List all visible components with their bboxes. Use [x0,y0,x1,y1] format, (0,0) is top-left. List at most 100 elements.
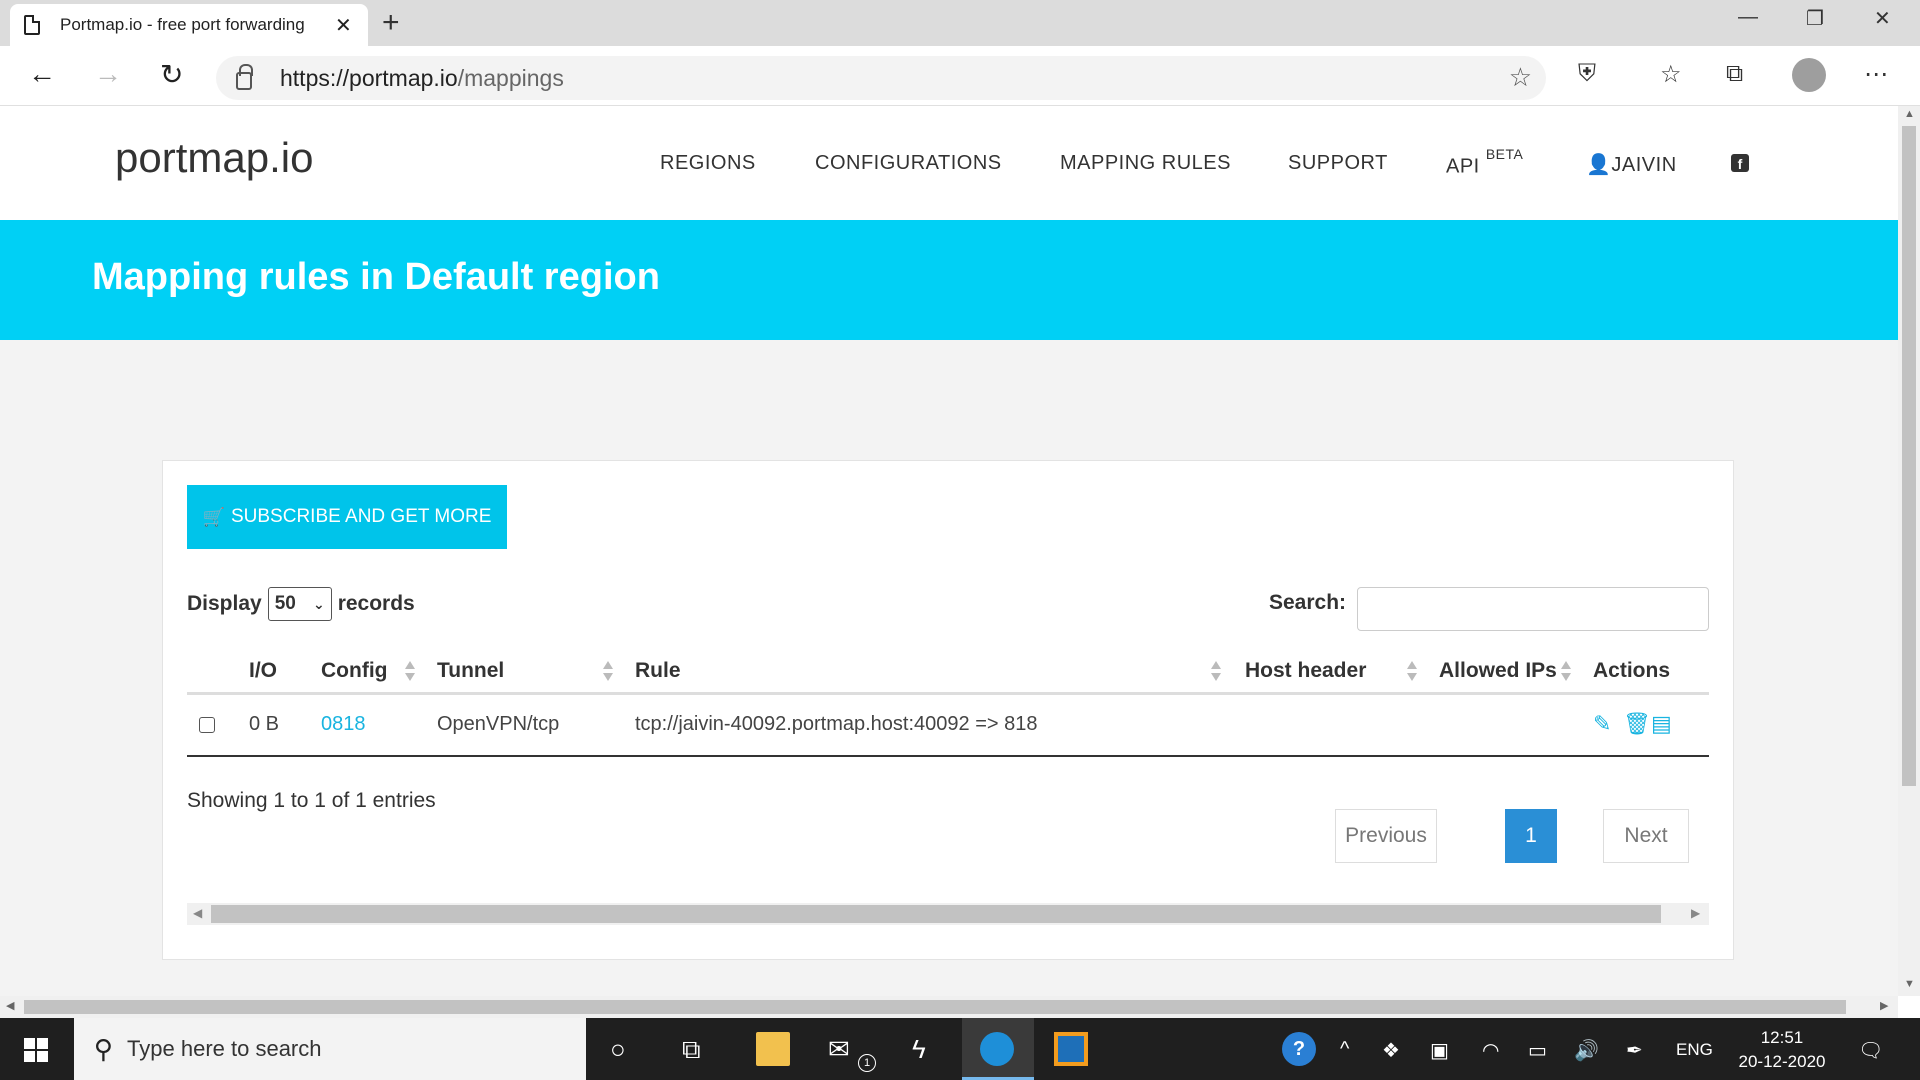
battery-icon[interactable]: ▭ [1528,1038,1547,1063]
taskbar-clock[interactable]: 12:51 20-12-2020 [1732,1026,1832,1074]
collections-icon[interactable]: ⧉ [1726,60,1743,88]
next-button[interactable]: Next [1603,809,1689,863]
scroll-left-icon[interactable]: ◀ [193,906,202,920]
edit-icon[interactable]: ✎ [1593,711,1619,737]
notifications-icon[interactable]: 🗨 [1858,1038,1883,1063]
vm-app-icon[interactable] [1054,1032,1088,1066]
sort-icon[interactable] [405,661,415,683]
search-input[interactable] [1357,587,1709,631]
browser-tab-bar: Portmap.io - free port forwarding ✕ + — … [0,0,1920,46]
row-checkbox[interactable] [199,717,215,733]
col-allowed-ips[interactable]: Allowed IPs [1439,659,1557,683]
windows-start-icon[interactable] [24,1038,48,1062]
nav-user[interactable]: 👤JAIVIN [1586,152,1677,177]
subscribe-label: SUBSCRIBE AND GET MORE [230,506,492,527]
profile-avatar[interactable] [1792,58,1826,92]
dropbox-icon[interactable]: ❖ [1382,1038,1400,1063]
scroll-right-icon[interactable]: ▶ [1880,999,1888,1012]
favorites-icon[interactable]: ☆ [1660,60,1682,89]
col-actions: Actions [1593,659,1671,682]
table-horizontal-scrollbar[interactable]: ◀ ▶ [187,903,1709,925]
restore-icon[interactable]: ❐ [1806,6,1824,31]
clock-time: 12:51 [1760,1028,1804,1047]
records-select[interactable]: 50 ⌄ [267,587,332,621]
address-toolbar: ← → ↻ https://portmap.io/mappings ☆ ⛨ ☆ … [0,46,1920,106]
more-menu-icon[interactable]: ⋯ [1864,60,1888,89]
taskbar-search-placeholder: Type here to search [127,1036,322,1061]
help-icon[interactable]: ? [1282,1032,1316,1066]
vertical-scroll-thumb[interactable] [1902,126,1916,786]
sort-icon[interactable] [603,661,613,683]
browser-tab[interactable]: Portmap.io - free port forwarding ✕ [10,4,368,46]
nav-support[interactable]: SUPPORT [1288,152,1388,175]
page-1-button[interactable]: 1 [1505,809,1557,863]
minimize-icon[interactable]: — [1738,6,1758,29]
favorite-star-icon[interactable]: ☆ [1509,62,1532,93]
taskbar-search-box[interactable]: ⚲ Type here to search [74,1018,586,1080]
nav-regions[interactable]: REGIONS [660,152,756,175]
back-icon[interactable]: ← [28,58,56,90]
language-indicator[interactable]: ENG [1676,1040,1713,1060]
close-tab-icon[interactable]: ✕ [335,13,352,38]
records-per-page: Display 50 ⌄ records [187,587,415,621]
pen-icon[interactable]: ✒ [1626,1038,1643,1063]
wifi-icon[interactable]: ◠ [1482,1038,1499,1063]
col-host-header[interactable]: Host header [1245,659,1366,683]
mail-icon[interactable]: ✉ [828,1034,850,1065]
volume-icon[interactable]: 🔊 [1574,1038,1599,1063]
scroll-up-icon[interactable]: ▲ [1904,108,1915,120]
col-config[interactable]: Config [321,659,387,683]
camera-tray-icon[interactable]: ▣ [1430,1038,1449,1063]
scroll-down-icon[interactable]: ▼ [1904,978,1915,990]
nav-api[interactable]: API BETA [1446,146,1523,179]
page-vertical-scrollbar[interactable]: ▲ ▼ [1898,106,1920,996]
address-bar[interactable]: https://portmap.io/mappings ☆ [216,56,1546,100]
sort-icon[interactable] [1407,661,1417,683]
nav-mapping-rules[interactable]: MAPPING RULES [1060,152,1231,175]
edge-browser-icon[interactable] [980,1032,1014,1066]
document-icon[interactable]: ▤ [1651,711,1677,737]
task-view-icon[interactable]: ⧉ [682,1034,701,1066]
app-bolt-icon[interactable]: ϟ [912,1034,926,1065]
chevron-down-icon: ⌄ [312,595,325,612]
scroll-thumb[interactable] [211,905,1661,923]
cell-rule: tcp://jaivin-40092.portmap.host:40092 =>… [635,713,1038,735]
records-value: 50 [274,593,296,614]
cart-icon: 🛒 [202,506,225,527]
lock-icon [236,64,253,90]
page-icon [24,15,40,35]
scroll-left-icon[interactable]: ◀ [6,999,14,1012]
col-io[interactable]: I/O [249,659,277,683]
windows-taskbar: ⚲ Type here to search ○ ⧉ ✉ 1 ϟ ? ^ ❖ ▣ … [0,1018,1920,1080]
scroll-right-icon[interactable]: ▶ [1691,906,1700,920]
records-label: records [337,592,415,615]
file-explorer-icon[interactable] [756,1032,790,1066]
table-header: I/O Config Tunnel Rule Host header Allow… [187,647,1709,695]
nav-configurations[interactable]: CONFIGURATIONS [815,152,1002,175]
new-tab-button[interactable]: + [382,6,400,40]
previous-button[interactable]: Previous [1335,809,1437,863]
page-viewport: portmap.io REGIONS CONFIGURATIONS MAPPIN… [0,106,1898,996]
sort-icon[interactable] [1561,661,1571,683]
cell-config-link[interactable]: 0818 [321,713,366,736]
window-close-icon[interactable]: ✕ [1874,6,1891,31]
cortana-icon[interactable]: ○ [610,1034,626,1065]
sort-icon[interactable] [1211,661,1221,683]
page-horizontal-scrollbar[interactable]: ◀ ▶ [0,996,1898,1018]
clock-date: 20-12-2020 [1738,1052,1826,1071]
chevron-up-icon[interactable]: ^ [1340,1038,1349,1061]
col-rule[interactable]: Rule [635,659,681,683]
subscribe-button[interactable]: 🛒 SUBSCRIBE AND GET MORE [187,485,507,549]
forward-icon[interactable]: → [94,58,122,90]
col-tunnel[interactable]: Tunnel [437,659,504,683]
cell-io: 0 B [249,713,280,735]
facebook-icon[interactable]: f [1731,154,1749,172]
horizontal-scroll-thumb[interactable] [24,1000,1846,1014]
delete-icon[interactable]: 🗑 [1623,711,1651,737]
url-host: https://portmap.io [280,64,458,91]
site-logo[interactable]: portmap.io [115,134,313,182]
nav-api-label: API [1446,155,1480,178]
refresh-icon[interactable]: ↻ [160,58,183,91]
tab-title: Portmap.io - free port forwarding [60,15,305,34]
shield-icon[interactable]: ⛨ [1578,60,1596,88]
